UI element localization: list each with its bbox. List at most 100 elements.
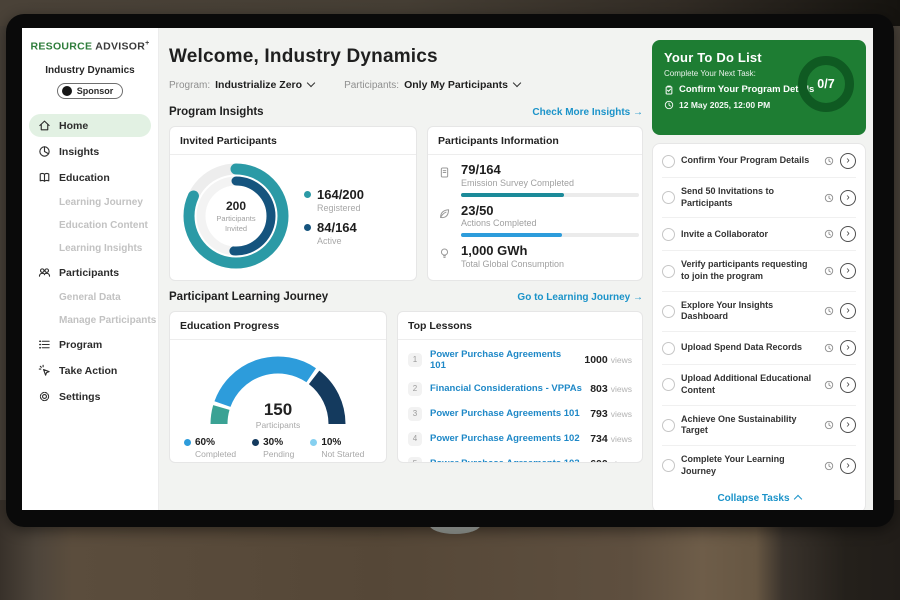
sidebar-item-learning-journey[interactable]: Learning Journey <box>29 192 151 212</box>
sidebar-item-education[interactable]: Education <box>29 166 151 189</box>
legend-value: 164/200 <box>317 187 364 202</box>
sidebar-item-insights[interactable]: Insights <box>29 140 151 163</box>
legend-dot <box>304 191 311 198</box>
book-icon <box>38 171 51 184</box>
sidebar-item-label: Education Content <box>59 220 148 231</box>
survey-icon <box>438 166 451 179</box>
legend-label: Pending <box>263 449 294 459</box>
stat-row: 1,000 GWh Total Global Consumption <box>438 244 632 269</box>
lesson-link[interactable]: Financial Considerations - VPPAs <box>430 383 582 394</box>
task-chevron-button[interactable]: › <box>840 377 856 393</box>
clock-icon <box>824 343 834 353</box>
legend-label: Completed <box>195 449 236 459</box>
todo-task-row[interactable]: Achieve One Sustainability Target › <box>662 406 856 446</box>
gauge-legend: 60% Completed30% Pending10% Not Started <box>180 430 376 459</box>
sidebar-item-program[interactable]: Program <box>29 333 151 356</box>
check-more-insights-link[interactable]: Check More Insights → <box>532 107 643 118</box>
lesson-views: 600views <box>590 458 632 464</box>
task-chevron-button[interactable]: › <box>840 340 856 356</box>
card-title: Top Lessons <box>398 312 642 340</box>
task-checkbox[interactable] <box>662 155 675 168</box>
lesson-rank: 1 <box>408 353 422 367</box>
sidebar-item-take-action[interactable]: Take Action <box>29 359 151 382</box>
sidebar-item-label: Insights <box>59 146 99 158</box>
task-checkbox[interactable] <box>662 191 675 204</box>
lesson-row: 2 Financial Considerations - VPPAs 803vi… <box>408 376 632 401</box>
task-chevron-button[interactable]: › <box>840 263 856 279</box>
sidebar-item-education-content[interactable]: Education Content <box>29 215 151 235</box>
task-chevron-button[interactable]: › <box>840 417 856 433</box>
stat-progress-bar <box>461 193 639 197</box>
lesson-link[interactable]: Power Purchase Agreements 101 <box>430 349 576 371</box>
pie-chart-icon <box>38 145 51 158</box>
sidebar-item-manage-participants[interactable]: Manage Participants <box>29 310 151 330</box>
education-progress-card: Education Progress 150 Participants 60% … <box>169 311 387 463</box>
todo-task-row[interactable]: Send 50 Invitations to Participants › <box>662 178 856 218</box>
stat-label: Emission Survey Completed <box>461 178 639 188</box>
invited-donut-chart: 200 Participants Invited <box>180 160 292 272</box>
participants-select[interactable]: Participants:Only My Participants <box>344 79 520 91</box>
todo-task-row[interactable]: Complete Your Learning Journey › <box>662 446 856 485</box>
lesson-views: 1000views <box>584 354 632 366</box>
task-checkbox[interactable] <box>662 419 675 432</box>
chevron-up-icon <box>793 494 801 502</box>
sidebar-nav: Home Insights Education Learning Journey Edu… <box>29 113 151 410</box>
task-chevron-button[interactable]: › <box>840 190 856 206</box>
lesson-link[interactable]: Power Purchase Agreements 103 <box>430 458 582 463</box>
invited-participants-card: Invited Participants 200 Participants In… <box>169 126 417 281</box>
card-title: Education Progress <box>170 312 386 340</box>
sidebar-item-learning-insights[interactable]: Learning Insights <box>29 238 151 258</box>
collapse-tasks-link[interactable]: Collapse Tasks <box>662 485 856 510</box>
filter-bar: Program:Industrialize Zero Participants:… <box>169 79 643 91</box>
sidebar-item-label: Program <box>59 339 102 351</box>
task-checkbox[interactable] <box>662 378 675 391</box>
lesson-row: 3 Power Purchase Agreements 101 793views <box>408 401 632 426</box>
todo-task-row[interactable]: Invite a Collaborator › <box>662 218 856 251</box>
program-insights-title: Program Insights <box>169 106 264 118</box>
stat-row: 79/164 Emission Survey Completed <box>438 163 632 197</box>
task-checkbox[interactable] <box>662 265 675 278</box>
sidebar-item-home[interactable]: Home <box>29 114 151 137</box>
sidebar-item-general-data[interactable]: General Data <box>29 287 151 307</box>
stat-row: 23/50 Actions Completed <box>438 204 632 238</box>
sidebar-item-label: Settings <box>59 391 100 403</box>
sponsor-badge[interactable]: Sponsor <box>57 83 124 99</box>
task-checkbox[interactable] <box>662 459 675 472</box>
go-to-learning-journey-link[interactable]: Go to Learning Journey → <box>517 292 643 303</box>
todo-task-row[interactable]: Verify participants requesting to join t… <box>662 251 856 291</box>
task-chevron-button[interactable]: › <box>840 458 856 474</box>
todo-task-row[interactable]: Confirm Your Program Details › <box>662 145 856 178</box>
clock-icon <box>824 380 834 390</box>
sidebar-item-settings[interactable]: Settings <box>29 385 151 408</box>
task-chevron-button[interactable]: › <box>840 303 856 319</box>
program-value: Industrialize Zero <box>215 79 302 91</box>
lesson-link[interactable]: Power Purchase Agreements 102 <box>430 433 582 444</box>
chevron-down-icon <box>307 79 315 87</box>
stat-value: 79/164 <box>461 163 639 177</box>
program-select[interactable]: Program:Industrialize Zero <box>169 79 314 91</box>
sidebar-item-label: Participants <box>59 267 119 279</box>
task-chevron-button[interactable]: › <box>840 153 856 169</box>
todo-task-row[interactable]: Explore Your Insights Dashboard › <box>662 292 856 332</box>
lesson-views: 803views <box>590 383 632 395</box>
task-chevron-button[interactable]: › <box>840 226 856 242</box>
lesson-link[interactable]: Power Purchase Agreements 101 <box>430 408 582 419</box>
todo-task-row[interactable]: Upload Spend Data Records › <box>662 332 856 365</box>
task-checkbox[interactable] <box>662 228 675 241</box>
task-checkbox[interactable] <box>662 342 675 355</box>
lesson-row: 1 Power Purchase Agreements 101 1000view… <box>408 343 632 376</box>
top-lessons-card: Top Lessons 1 Power Purchase Agreements … <box>397 311 643 463</box>
gauge-legend-item: 30% Pending <box>252 437 294 459</box>
participants-label: Participants: <box>344 80 399 91</box>
stat-value: 23/50 <box>461 204 639 218</box>
sidebar-item-label: Learning Journey <box>59 197 143 208</box>
todo-task-row[interactable]: Upload Additional Educational Content › <box>662 365 856 405</box>
task-label: Upload Additional Educational Content <box>681 373 818 396</box>
sponsor-icon <box>62 86 72 96</box>
clock-icon <box>824 461 834 471</box>
clipboard-icon <box>664 85 674 95</box>
clock-icon <box>664 100 674 110</box>
task-checkbox[interactable] <box>662 305 675 318</box>
card-title: Invited Participants <box>170 127 416 155</box>
sidebar-item-participants[interactable]: Participants <box>29 261 151 284</box>
